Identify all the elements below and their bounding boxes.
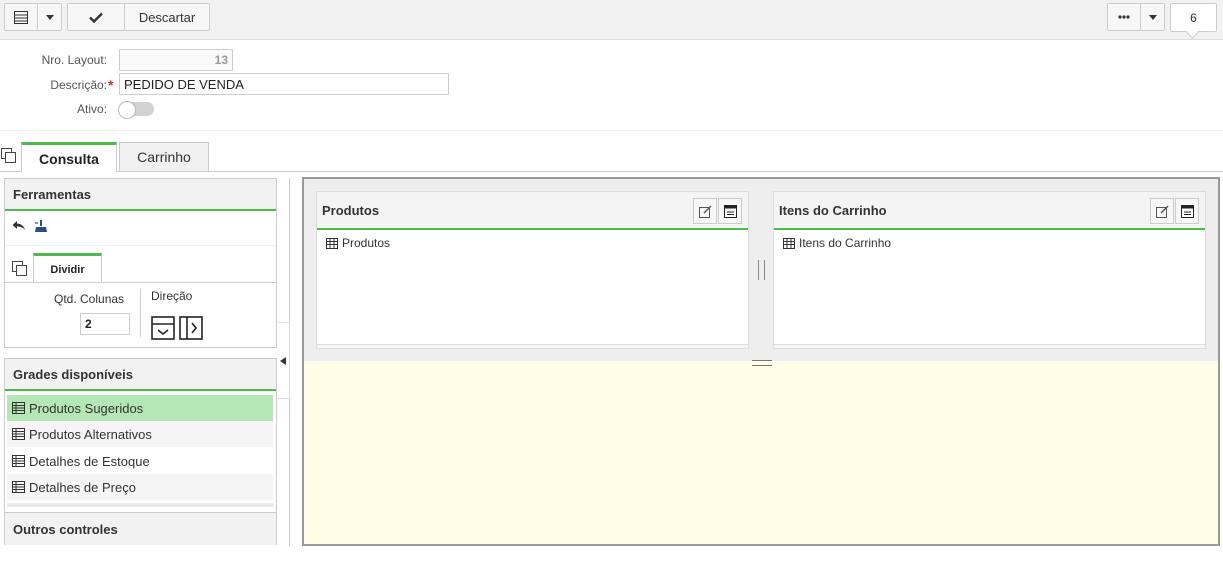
window-button[interactable] [1175,198,1199,224]
more-actions-button[interactable] [1108,4,1140,30]
active-label: Ativo: [76,102,107,116]
canvas-row: Produtos Produtos Itens do Carrinho Iten… [304,179,1218,361]
layout-number-field: 13 [119,49,233,71]
row-resize-handle[interactable] [752,359,772,368]
table-icon [12,402,25,414]
table-icon [783,237,795,249]
direction-down-icon[interactable] [151,316,175,340]
window-icon [1180,204,1194,218]
grid-item-produtos-alternativos[interactable]: Produtos Alternativos [7,421,273,447]
view-dropdown-button[interactable] [37,4,61,30]
table-icon [12,455,25,467]
other-controls-panel[interactable]: Outros controles [4,512,277,545]
grid-menu-button[interactable] [5,4,37,30]
grid-item-label: Produtos Alternativos [29,426,152,442]
collapse-handle[interactable] [278,322,290,399]
columns-label: Qtd. Colunas [54,292,125,306]
tools-panel: Ferramentas Dividir Qtd. Colunas 2 Direç… [4,178,277,348]
table-icon [326,237,338,249]
undo-icon[interactable] [12,220,26,233]
direction-label: Direção [151,289,193,303]
grid-menu-icon [14,10,28,24]
grid-item-detalhes-preco[interactable]: Detalhes de Preço [7,474,273,500]
grid-item-label: Produtos Sugeridos [29,400,144,416]
grid-item-detalhes-estoque[interactable]: Detalhes de Estoque [7,448,273,474]
grids-scroll-edge [7,503,273,507]
grid-panel-produtos[interactable]: Produtos Produtos [316,191,749,349]
grid-panel-row: Itens do Carrinho [774,230,1205,250]
grid-panel-row-label: Produtos [342,236,391,250]
edit-button[interactable] [693,198,717,224]
collapse-left-icon [280,357,286,365]
record-counter[interactable]: 6 [1170,3,1217,32]
subtab-divider [5,282,276,283]
edit-icon [1155,205,1169,218]
copy-icon[interactable] [1,148,16,163]
grid-panel-title-text: Itens do Carrinho [779,202,887,218]
layout-canvas[interactable]: Produtos Produtos Itens do Carrinho Iten… [302,177,1220,546]
grid-panel-footer [774,344,1205,348]
window-icon [723,204,737,218]
grid-panel-row-label: Itens do Carrinho [799,236,892,250]
other-controls-title: Outros controles [5,513,276,545]
grid-item-label: Detalhes de Estoque [29,453,150,469]
grid-item-label: Detalhes de Preço [29,479,136,495]
grid-panel-row: Produtos [317,230,748,250]
tools-panel-title: Ferramentas [5,179,276,211]
chevron-down-icon [1148,14,1157,20]
more-actions-group [1107,3,1165,31]
tab-dividir[interactable]: Dividir [33,253,102,283]
more-dropdown-button[interactable] [1140,4,1164,30]
confirm-button[interactable] [68,4,124,30]
description-label: Descrição: [50,78,107,92]
save-discard-group: Descartar [67,3,210,31]
table-icon [12,481,25,493]
view-menu-group [4,3,62,31]
column-resize-handle[interactable] [757,260,766,280]
clear-icon[interactable] [34,220,48,233]
layout-number-label: Nro. Layout: [41,53,107,67]
active-toggle[interactable] [118,101,154,119]
available-grids-title: Grades disponíveis [5,359,276,391]
edit-button[interactable] [1150,198,1174,224]
grid-item-produtos-sugeridos[interactable]: Produtos Sugeridos [7,395,273,421]
copy-icon[interactable] [12,261,27,276]
tabs-divider [0,171,1223,172]
tools-icons [12,220,48,233]
description-field[interactable]: PEDIDO DE VENDA [119,73,449,95]
direction-right-icon[interactable] [179,316,203,340]
edit-icon [698,205,712,218]
tab-carrinho[interactable]: Carrinho [119,142,209,172]
grid-panel-footer [317,344,748,348]
grid-panel-title-text: Produtos [322,202,380,218]
discard-button[interactable]: Descartar [124,4,209,30]
options-divider [140,289,141,337]
grid-panel-itens-carrinho[interactable]: Itens do Carrinho Itens do Carrinho [773,191,1206,349]
columns-input[interactable]: 2 [80,313,130,335]
required-mark: * [108,77,114,93]
form-divider [0,130,1223,131]
chevron-down-icon [45,14,54,20]
check-icon [89,12,103,23]
toolbar: Descartar 6 [0,0,1223,40]
grid-panel-title: Itens do Carrinho [774,192,1205,230]
window-button[interactable] [718,198,742,224]
tab-consulta[interactable]: Consulta [21,142,117,172]
grid-panel-title: Produtos [317,192,748,230]
more-icon [1118,15,1130,19]
tools-divider [5,245,276,246]
table-icon [12,428,25,440]
